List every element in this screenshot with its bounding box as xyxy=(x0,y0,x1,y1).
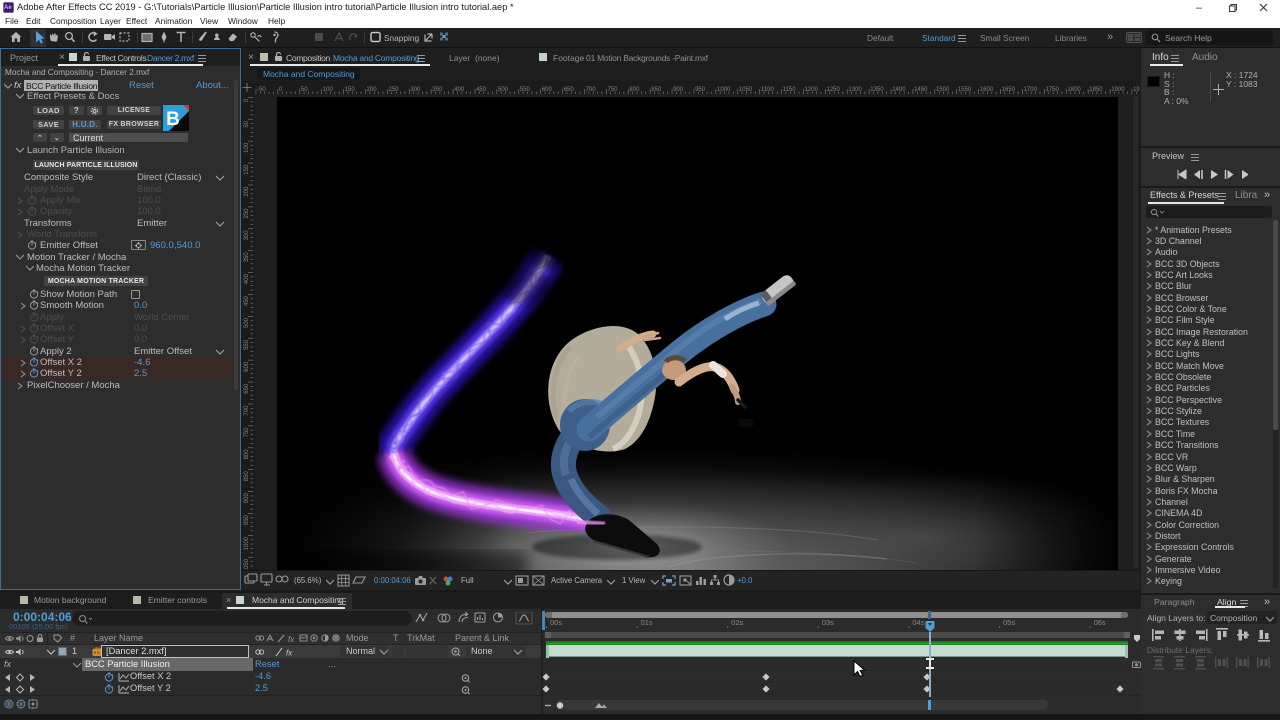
svg-text:1300: 1300 xyxy=(848,87,862,93)
svg-text:500: 500 xyxy=(244,317,250,328)
svg-text:950: 950 xyxy=(244,514,250,525)
svg-text:05s: 05s xyxy=(1003,618,1015,627)
svg-text:1000: 1000 xyxy=(717,87,731,93)
svg-text:1050: 1050 xyxy=(739,87,753,93)
svg-text:200: 200 xyxy=(367,87,378,93)
svg-text:0: 0 xyxy=(244,98,250,102)
svg-text:300: 300 xyxy=(244,230,250,241)
svg-text:750: 750 xyxy=(244,427,250,438)
svg-text:400: 400 xyxy=(244,274,250,285)
svg-text:150: 150 xyxy=(345,87,356,93)
svg-text:300: 300 xyxy=(410,87,421,93)
svg-text:600: 600 xyxy=(244,361,250,372)
svg-text:06s: 06s xyxy=(1094,618,1106,627)
svg-text:1900: 1900 xyxy=(1111,87,1125,93)
svg-text:150: 150 xyxy=(244,164,250,175)
svg-text:B: B xyxy=(166,109,180,130)
svg-text:50: 50 xyxy=(301,87,308,93)
svg-text:700: 700 xyxy=(244,405,250,416)
svg-text:1950: 1950 xyxy=(1133,87,1140,93)
svg-text:1100: 1100 xyxy=(761,87,775,93)
svg-text:1250: 1250 xyxy=(827,87,841,93)
svg-text:1800: 1800 xyxy=(1067,87,1081,93)
svg-text:1000: 1000 xyxy=(244,536,250,550)
svg-text:1750: 1750 xyxy=(1046,87,1060,93)
svg-text:350: 350 xyxy=(244,252,250,263)
svg-text:03s: 03s xyxy=(822,618,834,627)
svg-text:01s: 01s xyxy=(641,618,653,627)
svg-text:350: 350 xyxy=(432,87,443,93)
svg-text:600: 600 xyxy=(542,87,553,93)
svg-text:fx: fx xyxy=(288,635,295,644)
svg-text:00s: 00s xyxy=(550,618,562,627)
svg-text:550: 550 xyxy=(520,87,531,93)
svg-text:850: 850 xyxy=(244,471,250,482)
svg-text:-50: -50 xyxy=(257,87,266,93)
svg-text:800: 800 xyxy=(629,87,640,93)
svg-text:900: 900 xyxy=(673,87,684,93)
svg-text:950: 950 xyxy=(695,87,706,93)
svg-text:450: 450 xyxy=(244,295,250,306)
svg-text:400: 400 xyxy=(454,87,465,93)
svg-text:650: 650 xyxy=(564,87,575,93)
svg-text:1050: 1050 xyxy=(244,558,250,570)
svg-text:650: 650 xyxy=(244,383,250,394)
svg-text:100: 100 xyxy=(323,87,334,93)
svg-text:550: 550 xyxy=(244,339,250,350)
svg-text:750: 750 xyxy=(608,87,619,93)
svg-text:450: 450 xyxy=(476,87,487,93)
svg-text:100: 100 xyxy=(244,142,250,153)
svg-text:1150: 1150 xyxy=(783,87,797,93)
svg-text:500: 500 xyxy=(498,87,509,93)
svg-text:1550: 1550 xyxy=(958,87,972,93)
svg-text:850: 850 xyxy=(651,87,662,93)
svg-text:1200: 1200 xyxy=(805,87,819,93)
svg-text:1650: 1650 xyxy=(1002,87,1016,93)
svg-text:1500: 1500 xyxy=(936,87,950,93)
svg-text:250: 250 xyxy=(389,87,400,93)
svg-text:800: 800 xyxy=(244,449,250,460)
svg-text:1600: 1600 xyxy=(980,87,994,93)
svg-text:200: 200 xyxy=(244,186,250,197)
svg-text:700: 700 xyxy=(586,87,597,93)
svg-text:1850: 1850 xyxy=(1089,87,1103,93)
svg-text:1400: 1400 xyxy=(892,87,906,93)
svg-text:50: 50 xyxy=(244,120,250,127)
svg-text:1700: 1700 xyxy=(1024,87,1038,93)
svg-text:250: 250 xyxy=(244,208,250,219)
svg-text:02s: 02s xyxy=(731,618,743,627)
svg-text:1350: 1350 xyxy=(870,87,884,93)
svg-text:04s: 04s xyxy=(912,618,924,627)
svg-text:fx: fx xyxy=(286,649,293,658)
svg-text:900: 900 xyxy=(244,493,250,504)
svg-text:1450: 1450 xyxy=(914,87,928,93)
